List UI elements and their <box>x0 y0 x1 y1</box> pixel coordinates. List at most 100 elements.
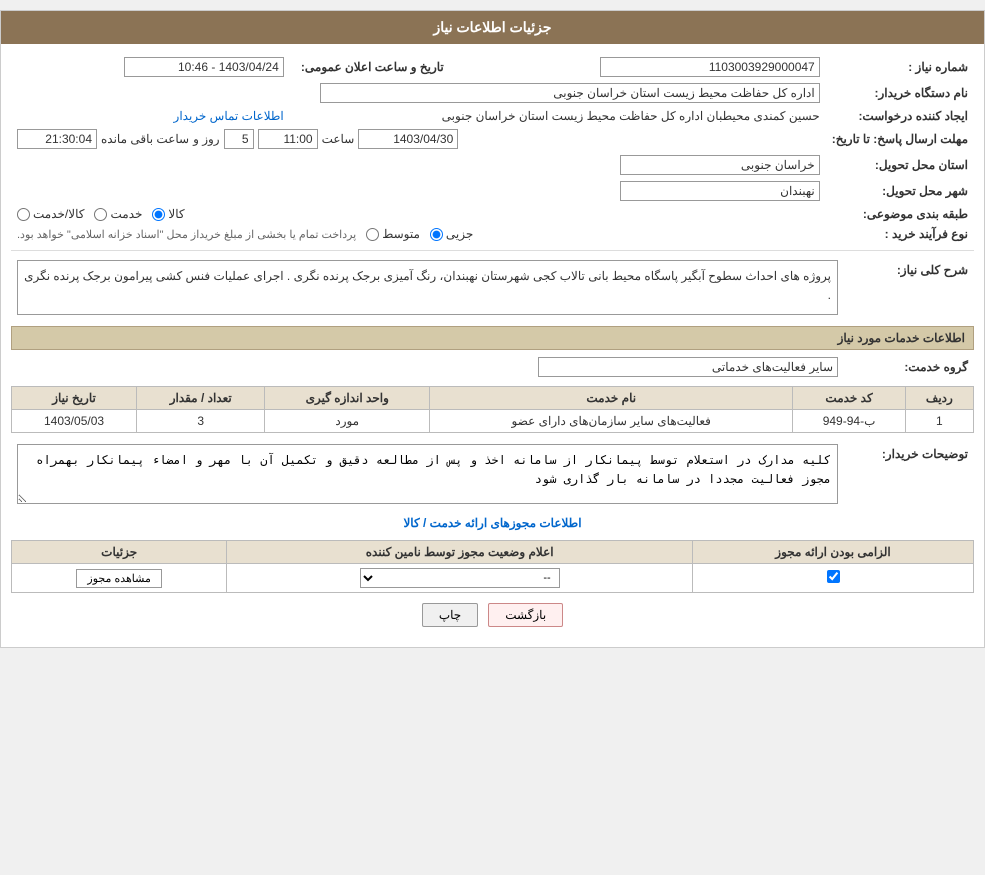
buyer-org-display: اداره کل حفاظت محیط زیست استان خراسان جن… <box>320 83 820 103</box>
row-need-number: شماره نیاز : 1103003929000047 تاریخ و سا… <box>11 54 974 80</box>
date-value: 1403/04/24 - 10:46 <box>11 54 290 80</box>
description-label: شرح کلی نیاز: <box>844 257 974 318</box>
deadline-remaining-display: 21:30:04 <box>17 129 97 149</box>
row-province: استان محل تحویل: خراسان جنوبی <box>11 152 974 178</box>
city-value: نهبندان <box>11 178 826 204</box>
permit-col-status: اعلام وضعیت مجوز توسط نامین کننده <box>227 541 693 564</box>
service-group-display: سایر فعالیت‌های خدماتی <box>538 357 838 377</box>
permits-section-title: اطلاعات مجوزهای ارائه خدمت / کالا <box>11 510 974 536</box>
permit-checkbox-cell <box>693 564 974 593</box>
col-date: تاریخ نیاز <box>12 387 137 410</box>
permits-header: الزامی بودن ارائه مجوز اعلام وضعیت مجوز … <box>12 541 974 564</box>
deadline-days-display: 5 <box>224 129 254 149</box>
permit-status-select[interactable]: -- دارم ندارم <box>360 568 560 588</box>
services-section-title: اطلاعات خدمات مورد نیاز <box>11 326 974 350</box>
row-description: شرح کلی نیاز: پروژه های احداث سطوح آبگیر… <box>11 257 974 318</box>
row-service-group: گروه خدمت: سایر فعالیت‌های خدماتی <box>11 354 974 380</box>
category-khidmat[interactable]: خدمت <box>94 207 142 221</box>
category-kala-khidmat[interactable]: کالا/خدمت <box>17 207 84 221</box>
buyer-notes-textarea[interactable] <box>17 444 838 504</box>
row-deadline: مهلت ارسال پاسخ: تا تاریخ: 21:30:04 ساعت… <box>11 126 974 152</box>
cell-row: 1 <box>905 410 973 433</box>
col-unit: واحد اندازه گیری <box>265 387 430 410</box>
permit-checkbox[interactable] <box>827 570 840 583</box>
process-label: نوع فرآیند خرید : <box>826 224 974 244</box>
permit-col-required: الزامی بودن ارائه مجوز <box>693 541 974 564</box>
description-text: پروژه های احداث سطوح آبگیر پاسگاه محیط ب… <box>17 260 838 315</box>
cell-name: فعالیت‌های سایر سازمان‌های دارای عضو <box>430 410 793 433</box>
cell-unit: مورد <box>265 410 430 433</box>
buyer-notes-value <box>11 441 844 510</box>
process-jozi[interactable]: جزیی <box>430 227 473 241</box>
contact-link[interactable]: اطلاعات تماس خریدار <box>174 109 284 123</box>
service-group-value: سایر فعالیت‌های خدماتی <box>11 354 844 380</box>
permit-col-details: جزئیات <box>12 541 227 564</box>
deadline-label: مهلت ارسال پاسخ: تا تاریخ: <box>826 126 974 152</box>
deadline-time-display: 11:00 <box>258 129 318 149</box>
buyer-org-value: اداره کل حفاظت محیط زیست استان خراسان جن… <box>11 80 826 106</box>
requester-display: حسین کمندی محیطبان اداره کل حفاظت محیط ز… <box>442 109 820 123</box>
date-label: تاریخ و ساعت اعلان عمومی: <box>290 54 450 80</box>
row-buyer-org: نام دستگاه خریدار: اداره کل حفاظت محیط ز… <box>11 80 974 106</box>
need-number-label: شماره نیاز : <box>826 54 974 80</box>
city-display: نهبندان <box>620 181 820 201</box>
col-code: کد خدمت <box>793 387 905 410</box>
buyer-notes-label: توضیحات خریدار: <box>844 441 974 510</box>
page-title: جزئیات اطلاعات نیاز <box>433 19 551 35</box>
process-mutawaset[interactable]: متوسط <box>366 227 420 241</box>
requester-value: حسین کمندی محیطبان اداره کل حفاظت محیط ز… <box>290 106 826 126</box>
requester-label: ایجاد کننده درخواست: <box>826 106 974 126</box>
date-display: 1403/04/24 - 10:46 <box>124 57 284 77</box>
province-label: استان محل تحویل: <box>826 152 974 178</box>
footer-buttons: چاپ بازگشت <box>11 593 974 637</box>
cell-date: 1403/05/03 <box>12 410 137 433</box>
main-info-table: شماره نیاز : 1103003929000047 تاریخ و سا… <box>11 54 974 244</box>
col-name: نام خدمت <box>430 387 793 410</box>
city-label: شهر محل تحویل: <box>826 178 974 204</box>
process-options: پرداخت تمام یا بخشی از مبلغ خریداز محل "… <box>11 224 826 244</box>
description-value: پروژه های احداث سطوح آبگیر پاسگاه محیط ب… <box>11 257 844 318</box>
description-table: شرح کلی نیاز: پروژه های احداث سطوح آبگیر… <box>11 257 974 318</box>
permit-view-button[interactable]: مشاهده مجوز <box>76 569 161 588</box>
row-requester: ایجاد کننده درخواست: حسین کمندی محیطبان … <box>11 106 974 126</box>
permit-details-cell: مشاهده مجوز <box>12 564 227 593</box>
deadline-days-label: روز و <box>193 132 220 146</box>
province-value: خراسان جنوبی <box>11 152 826 178</box>
service-group-table: گروه خدمت: سایر فعالیت‌های خدماتی <box>11 354 974 380</box>
services-table: ردیف کد خدمت نام خدمت واحد اندازه گیری ت… <box>11 386 974 433</box>
col-quantity: تعداد / مقدار <box>137 387 265 410</box>
category-options: کالا/خدمت خدمت کالا <box>11 204 826 224</box>
permits-table: الزامی بودن ارائه مجوز اعلام وضعیت مجوز … <box>11 540 974 593</box>
page-wrapper: جزئیات اطلاعات نیاز شماره نیاز : 1103003… <box>0 10 985 648</box>
permit-row: -- دارم ندارم مشاهده مجوز <box>12 564 974 593</box>
deadline-remaining-label: ساعت باقی مانده <box>101 132 189 146</box>
deadline-row: 21:30:04 ساعت باقی مانده روز و 5 11:00 س… <box>11 126 826 152</box>
category-kala[interactable]: کالا <box>152 207 184 221</box>
category-label: طبقه بندی موضوعی: <box>826 204 974 224</box>
process-note: پرداخت تمام یا بخشی از مبلغ خریداز محل "… <box>17 228 356 241</box>
need-number-value: 1103003929000047 <box>450 54 826 80</box>
row-buyer-notes: توضیحات خریدار: <box>11 441 974 510</box>
buyer-notes-table: توضیحات خریدار: <box>11 441 974 510</box>
service-group-label: گروه خدمت: <box>844 354 974 380</box>
services-table-header: ردیف کد خدمت نام خدمت واحد اندازه گیری ت… <box>12 387 974 410</box>
cell-quantity: 3 <box>137 410 265 433</box>
row-category: طبقه بندی موضوعی: کالا/خدمت خدمت <box>11 204 974 224</box>
cell-code: ب-94-949 <box>793 410 905 433</box>
col-row: ردیف <box>905 387 973 410</box>
deadline-time-label: ساعت <box>322 132 355 146</box>
province-display: خراسان جنوبی <box>620 155 820 175</box>
contact-link-cell: اطلاعات تماس خریدار <box>11 106 290 126</box>
back-button[interactable]: بازگشت <box>488 603 563 627</box>
permit-status-cell: -- دارم ندارم <box>227 564 693 593</box>
buyer-org-label: نام دستگاه خریدار: <box>826 80 974 106</box>
row-city: شهر محل تحویل: نهبندان <box>11 178 974 204</box>
deadline-date-display: 1403/04/30 <box>358 129 458 149</box>
print-button[interactable]: چاپ <box>422 603 478 627</box>
table-row: 1ب-94-949فعالیت‌های سایر سازمان‌های دارا… <box>12 410 974 433</box>
separator1 <box>11 250 974 251</box>
page-header: جزئیات اطلاعات نیاز <box>1 11 984 44</box>
need-number-display: 1103003929000047 <box>600 57 820 77</box>
row-process: نوع فرآیند خرید : پرداخت تمام یا بخشی از… <box>11 224 974 244</box>
content-area: شماره نیاز : 1103003929000047 تاریخ و سا… <box>1 44 984 647</box>
